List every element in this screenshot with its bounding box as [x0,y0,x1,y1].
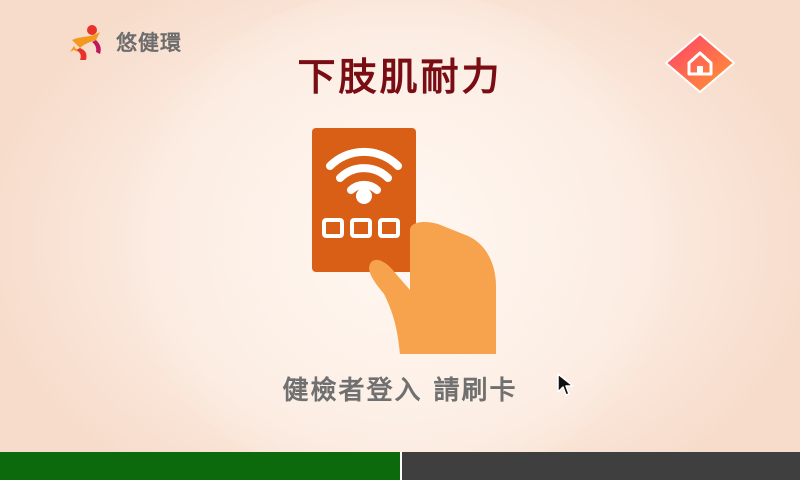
home-button[interactable] [664,32,736,94]
rfid-card-tap-icon [312,128,496,354]
app-screen: 悠健環 下肢肌耐力 健檢者登入 請刷卡 [0,0,800,480]
swipe-card-prompt: 健檢者登入 請刷卡 [282,376,518,406]
mouse-cursor-icon [557,373,574,396]
status-bar-right [402,452,800,480]
home-icon [665,33,735,93]
status-bar-left [0,452,400,480]
status-bar [0,452,800,480]
